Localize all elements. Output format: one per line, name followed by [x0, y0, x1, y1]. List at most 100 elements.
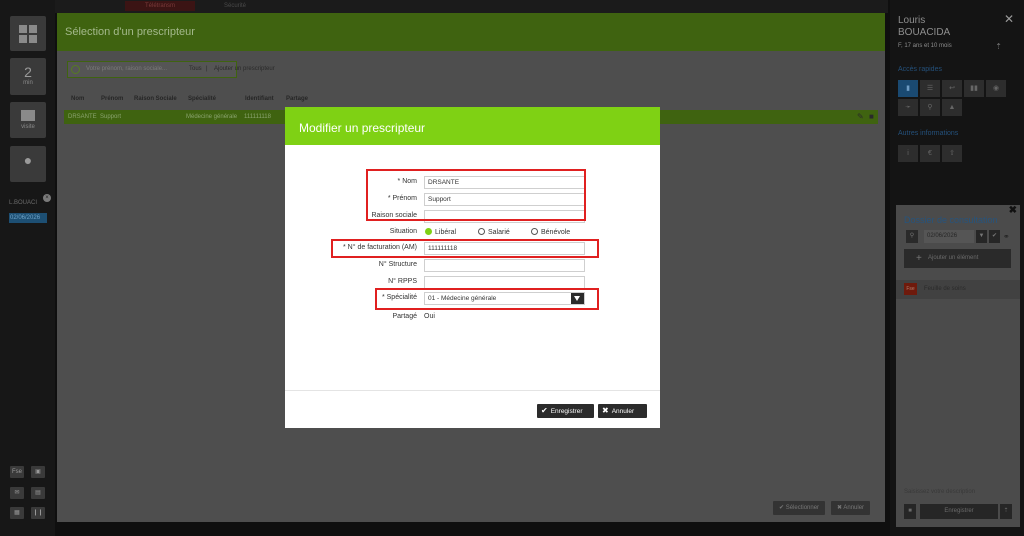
trash-icon[interactable]: ■ — [869, 110, 874, 124]
raison-sociale-field[interactable] — [424, 210, 585, 223]
list-icon[interactable]: ☰ — [920, 80, 940, 97]
filter-separator: | — [206, 66, 208, 72]
feuille-label: Feuille de soins — [924, 286, 966, 292]
dashboard-tile[interactable] — [10, 16, 46, 51]
patient-first-name: Louris — [898, 15, 926, 26]
export-icon[interactable]: ⇡ — [995, 42, 1002, 51]
attach-icon[interactable]: ⚲ — [906, 230, 918, 243]
date-dropdown-icon[interactable]: ▼ — [976, 230, 987, 243]
users-icon: ● — [23, 152, 33, 168]
close-panel-icon[interactable]: ✕ — [1004, 12, 1014, 26]
validate-icon[interactable]: ✔ — [989, 230, 1000, 243]
close-patient-icon[interactable]: × — [43, 194, 51, 202]
situation-label: Situation — [389, 228, 417, 235]
chevron-down-icon[interactable] — [571, 293, 584, 304]
prenom-field[interactable] — [424, 193, 585, 206]
consultation-icon[interactable]: ▮ — [898, 80, 918, 97]
add-prescriber-link[interactable]: Ajouter un prescripteur — [214, 66, 275, 72]
structure-field[interactable] — [424, 259, 585, 272]
lab-icon[interactable]: ▲ — [942, 99, 962, 116]
visit-label: visite — [21, 124, 35, 130]
row-prenom: Support — [100, 114, 122, 120]
patient-last-name: BOUACIDA — [898, 27, 951, 38]
select-button-label: Sélectionner — [785, 505, 820, 511]
top-tab-security[interactable]: Sécurité — [205, 1, 265, 11]
raison-sociale-label: Raison sociale — [371, 212, 417, 219]
calculator-icon[interactable]: ▦ — [10, 507, 24, 519]
top-tab-teletransmission[interactable]: Télétransm — [125, 1, 195, 11]
visit-tile[interactable]: visite — [10, 102, 46, 138]
other-info-label: Autres informations — [898, 130, 959, 137]
save-button-label: Enregistrer — [550, 408, 583, 415]
arrow-up-icon[interactable]: ⇧ — [942, 145, 962, 162]
situation-benevole-radio[interactable]: Bénévole — [531, 228, 570, 236]
salarie-label: Salarié — [488, 229, 510, 236]
cancel-button-label: Annuler — [611, 408, 635, 415]
delete-icon[interactable]: ■ — [904, 504, 916, 519]
facturation-row: * N° de facturation (AM) — [285, 242, 660, 256]
close-icon: ✖ — [602, 406, 609, 415]
specialite-select[interactable]: 01 - Médecine générale — [424, 292, 585, 305]
consultation-card: Dossier de consultation ✖ ⚲ 02/06/2026 ▼… — [896, 205, 1020, 527]
facturation-field[interactable] — [424, 242, 585, 255]
waiting-count-tile[interactable]: 2 min — [10, 58, 46, 95]
description-hint: Saisissez votre description — [904, 489, 976, 495]
col-specialite[interactable]: Spécialité — [188, 96, 216, 102]
selection-dialog-title: Sélection d'un prescripteur — [57, 13, 885, 51]
specialite-label: * Spécialité — [381, 294, 417, 301]
rpps-label: N° RPPS — [388, 278, 417, 285]
col-raison-sociale[interactable]: Raison Sociale — [134, 96, 177, 102]
patient-tab-date: 02/06/2026 — [9, 213, 47, 223]
col-partage[interactable]: Partage — [286, 96, 308, 102]
save-button[interactable]: ✔ Enregistrer — [537, 404, 594, 418]
edit-icon[interactable]: ✎ — [857, 110, 864, 124]
reply-icon[interactable]: ↩ — [942, 80, 962, 97]
info-icon[interactable]: i — [898, 145, 918, 162]
prescriber-search-input[interactable]: Votre prénom, raison sociale... — [67, 61, 237, 78]
chart-icon[interactable]: ▮▮ — [964, 80, 984, 97]
col-prenom[interactable]: Prénom — [101, 96, 123, 102]
stats-icon[interactable]: ❙❙ — [31, 507, 45, 519]
partage-label: Partagé — [392, 313, 417, 320]
partage-value: Oui — [424, 313, 435, 320]
waiting-count-unit: min — [23, 80, 33, 86]
fse-shortcut-icon[interactable]: Fse — [10, 466, 24, 478]
team-tile[interactable]: ● — [10, 146, 46, 182]
col-identifiant[interactable]: Identifiant — [245, 96, 274, 102]
document-icon[interactable]: ▣ — [31, 466, 45, 478]
radio-selected-icon — [425, 228, 432, 235]
mail-icon[interactable]: ✉ — [10, 487, 24, 499]
add-element-label: Ajouter un élément — [928, 255, 979, 261]
archive-icon[interactable]: ▤ — [31, 487, 45, 499]
syringe-icon[interactable]: ➛ — [898, 99, 918, 116]
situation-salarie-radio[interactable]: Salarié — [478, 228, 510, 236]
visit-icon — [21, 110, 35, 121]
radio-empty-icon — [531, 228, 538, 235]
filter-all-link[interactable]: Tous — [189, 66, 202, 72]
add-element-button[interactable]: + Ajouter un élément — [904, 249, 1011, 268]
nom-row: * Nom — [285, 176, 660, 190]
facturation-label: * N° de facturation (AM) — [343, 244, 417, 251]
situation-liberal-radio[interactable]: Libéral — [425, 228, 456, 236]
consultation-date-field[interactable]: 02/06/2026 — [924, 230, 974, 243]
prenom-row: * Prénom — [285, 193, 660, 207]
paperclip-icon[interactable]: ⚲ — [920, 99, 940, 116]
share-icon[interactable]: ⚭ — [1003, 232, 1010, 241]
cancel-button[interactable]: ✖ Annuler — [598, 404, 647, 418]
bottle-icon[interactable]: ◉ — [986, 80, 1006, 97]
card-export-icon[interactable]: ⇡ — [1000, 504, 1012, 519]
patient-short-name: L.BOUACI — [9, 200, 38, 206]
patient-tab[interactable]: L.BOUACI × 02/06/2026 — [9, 194, 51, 223]
nom-field[interactable] — [424, 176, 585, 189]
back-cancel-button[interactable]: ✖ Annuler — [831, 501, 871, 515]
euro-icon[interactable]: € — [920, 145, 940, 162]
radio-empty-icon — [478, 228, 485, 235]
feuille-de-soins-item[interactable]: Fse Feuille de soins — [896, 280, 1020, 299]
rpps-field[interactable] — [424, 276, 585, 289]
close-card-icon[interactable]: ✖ — [1009, 205, 1017, 216]
card-save-button[interactable]: Enregistrer — [920, 504, 998, 519]
col-nom[interactable]: Nom — [71, 96, 84, 102]
left-sidebar: 2 min visite ● L.BOUACI × 02/06/2026 Fse… — [0, 0, 55, 536]
select-button[interactable]: ✔ Sélectionner — [773, 501, 826, 515]
check-icon: ✔ — [779, 505, 786, 511]
